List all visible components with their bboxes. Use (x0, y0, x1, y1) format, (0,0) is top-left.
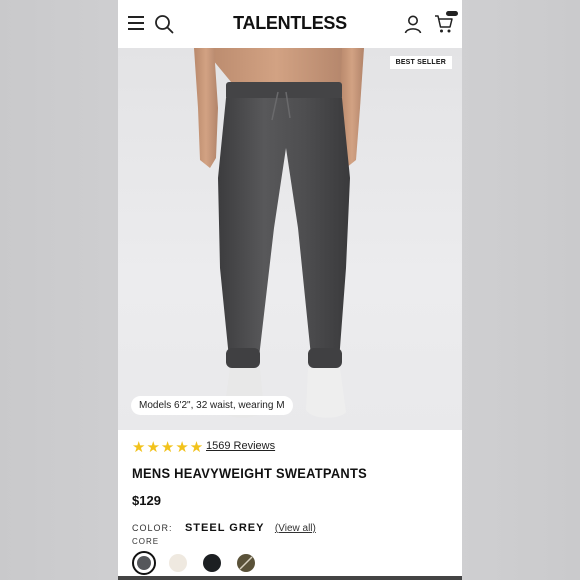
swatch-black[interactable] (200, 551, 224, 575)
swatch-black-fill (203, 554, 221, 572)
product-image[interactable]: BEST SELLER Models 6'2", 32 waist, weari… (118, 48, 462, 430)
reviews-link[interactable]: 1569 Reviews (206, 440, 275, 452)
collection-label: CORE (132, 537, 160, 546)
model-illustration (194, 48, 364, 418)
cart-badge (446, 11, 458, 16)
bottom-bar (118, 576, 462, 580)
view-all-link[interactable]: (View all) (275, 523, 316, 534)
product-price: $129 (132, 493, 161, 508)
swatch-sold-out-slash-icon (239, 556, 253, 570)
best-seller-badge: BEST SELLER (389, 56, 452, 69)
cart-icon[interactable] (434, 14, 454, 34)
product-title: MENS HEAVYWEIGHT SWEATPANTS (132, 465, 368, 481)
model-fit-info: Models 6'2", 32 waist, wearing M (131, 396, 293, 415)
star-rating-icon: ★★★★★ (132, 439, 205, 456)
swatch-steel-grey[interactable] (132, 551, 156, 575)
swatch-steel-grey-fill (137, 556, 151, 570)
color-value: STEEL GREY (184, 522, 265, 534)
swatch-cream[interactable] (166, 551, 190, 575)
color-row: COLOR: STEEL GREY (View all) (132, 518, 316, 536)
site-header: TALENTLESS (118, 0, 462, 48)
swatch-olive[interactable] (234, 551, 258, 575)
swatch-cream-fill (169, 554, 187, 572)
phone-screen: TALENTLESS BEST SELLER Models 6'2", 32 w… (118, 0, 462, 580)
account-icon[interactable] (403, 14, 423, 34)
color-label: COLOR: (132, 523, 173, 533)
